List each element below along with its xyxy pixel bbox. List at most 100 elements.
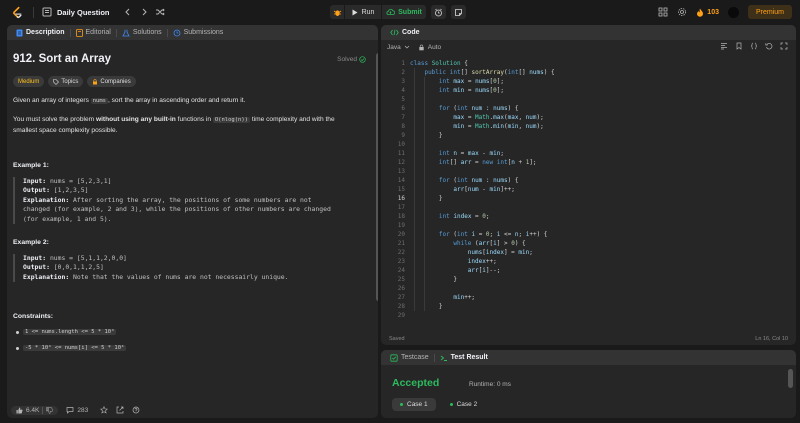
like-button[interactable]: 6.4K: [11, 405, 59, 415]
fullscreen-icon[interactable]: [780, 42, 788, 50]
reset-icon[interactable]: [765, 42, 773, 50]
topics-label: Topics: [61, 78, 79, 85]
line-number: 14: [397, 177, 405, 184]
terminal-icon: [440, 355, 447, 361]
submit-button[interactable]: Submit: [382, 5, 426, 19]
code-text: arr[num - min]++;: [453, 186, 515, 193]
desc-text: smallest space complexity possible.: [13, 126, 118, 134]
daily-question-title[interactable]: Daily Question: [57, 8, 110, 17]
timer-button[interactable]: [431, 5, 446, 19]
line-number: 2: [401, 69, 405, 76]
description-panel: Description Editorial Solutions Submissi…: [7, 25, 378, 418]
format-icon[interactable]: [720, 42, 728, 50]
code-brackets-icon: [390, 29, 399, 36]
topics-chip[interactable]: Topics: [48, 76, 84, 87]
test-tabs: Testcase Test Result: [381, 350, 796, 365]
example-1-title: Example 1:: [13, 162, 49, 169]
tab-submissions[interactable]: Submissions: [168, 25, 229, 40]
problem-tags: Medium Topics Companies: [13, 76, 136, 87]
comment-icon: [67, 407, 74, 414]
top-navigation-bar: Daily Question Run Submit 103 Premium: [0, 0, 800, 24]
code-text: public int[] sortArray(int[] nums) {: [424, 69, 555, 76]
tab-code[interactable]: Code: [385, 25, 425, 40]
star-icon[interactable]: [100, 406, 109, 414]
thumbs-down-icon[interactable]: [46, 406, 54, 414]
explanation-text: After sorting the array, the positions o…: [69, 195, 312, 204]
result-scrollbar[interactable]: [788, 369, 793, 388]
input-label: Input:: [23, 254, 47, 262]
bookmark-icon[interactable]: [735, 42, 743, 50]
streak-count: 103: [707, 8, 719, 16]
case-tab-1[interactable]: Case 1: [392, 398, 436, 411]
line-number: 22: [397, 249, 405, 256]
case-tab-2[interactable]: Case 2: [442, 398, 486, 411]
streak-counter[interactable]: 103: [696, 8, 719, 17]
code-text: }: [410, 303, 443, 310]
next-question-icon[interactable]: [138, 6, 150, 18]
input-value: nums = [5,2,3,1]: [46, 177, 112, 185]
premium-button[interactable]: Premium: [747, 5, 792, 19]
pass-dot: [449, 403, 453, 406]
problem-list-icon[interactable]: [41, 6, 53, 18]
tab-test-result[interactable]: Test Result: [435, 350, 493, 365]
line-number: 21: [397, 240, 405, 247]
account-group: 103 Premium: [658, 5, 792, 19]
line-number: 1: [401, 60, 405, 67]
editor-status-bar: Saved Ln 16, Col 10: [381, 332, 796, 345]
divider: [33, 6, 34, 18]
tab-description[interactable]: Description: [11, 25, 70, 40]
comments-button[interactable]: 283: [66, 406, 88, 414]
notes-button[interactable]: [451, 5, 466, 19]
bullet: [16, 330, 19, 334]
code-toolbar: Java Auto: [381, 40, 796, 54]
help-icon[interactable]: [132, 406, 140, 414]
line-number: 16: [397, 195, 405, 202]
language-select[interactable]: Java: [387, 44, 410, 51]
code-text: nums[index] = min;: [467, 249, 533, 256]
auto-format-toggle[interactable]: Auto: [418, 44, 441, 51]
share-icon[interactable]: [116, 406, 124, 414]
tab-editorial[interactable]: Editorial: [71, 25, 116, 40]
explanation-text: changed (for example, 2 and 3), while th…: [23, 205, 331, 214]
code-editor[interactable]: 1 class Solution {2 public int[] sortArra…: [381, 59, 796, 327]
leetcode-logo-icon[interactable]: [11, 6, 24, 19]
tab-test-result-label: Test Result: [450, 354, 488, 361]
line-number: 28: [397, 303, 405, 310]
problem-title: 912. Sort an Array: [13, 53, 112, 65]
desc-text: functions in: [175, 116, 213, 123]
line-number: 6: [401, 105, 405, 112]
prev-question-icon[interactable]: [122, 6, 134, 18]
line-number: 3: [401, 78, 405, 85]
line-number: 12: [397, 159, 405, 166]
code-text: int[] arr = new int[n + 1];: [438, 159, 537, 166]
lock-icon: [419, 44, 424, 50]
book-icon: [75, 28, 83, 37]
like-count: 6.4K: [26, 406, 40, 414]
comment-count: 283: [77, 406, 89, 414]
companies-chip[interactable]: Companies: [87, 76, 136, 87]
code-text: min++;: [453, 294, 476, 301]
lock-icon: [93, 78, 98, 84]
tab-testcase[interactable]: Testcase: [385, 350, 434, 365]
alarm-clock-icon: [435, 8, 442, 16]
constraint-text: -5 * 10⁴ <= nums[i] <= 5 * 10⁴: [23, 345, 127, 351]
solved-label: Solved: [337, 56, 357, 63]
example-1-block: Input: nums = [5,2,3,1] Output: [1,2,3,5…: [13, 177, 365, 225]
run-button[interactable]: Run: [345, 5, 381, 19]
code-tabs: Code: [381, 25, 796, 40]
debug-button[interactable]: [330, 5, 344, 19]
curly-braces-icon[interactable]: [750, 42, 758, 50]
tab-solutions[interactable]: Solutions: [117, 25, 167, 40]
user-avatar[interactable]: [727, 6, 739, 18]
shuffle-icon[interactable]: [154, 6, 166, 18]
code-text: arr[i]--;: [467, 267, 501, 274]
code-text: int min = nums[0];: [438, 87, 504, 94]
settings-gear-icon[interactable]: [677, 7, 687, 17]
description-footer: 6.4K 283: [7, 402, 378, 418]
code-text: for (int num : nums) {: [438, 105, 519, 112]
description-scrollbar[interactable]: [376, 53, 378, 301]
layout-grid-icon[interactable]: [658, 7, 668, 17]
line-number: 29: [397, 312, 405, 319]
line-number: 24: [397, 267, 405, 274]
solved-status: Solved: [337, 56, 366, 63]
